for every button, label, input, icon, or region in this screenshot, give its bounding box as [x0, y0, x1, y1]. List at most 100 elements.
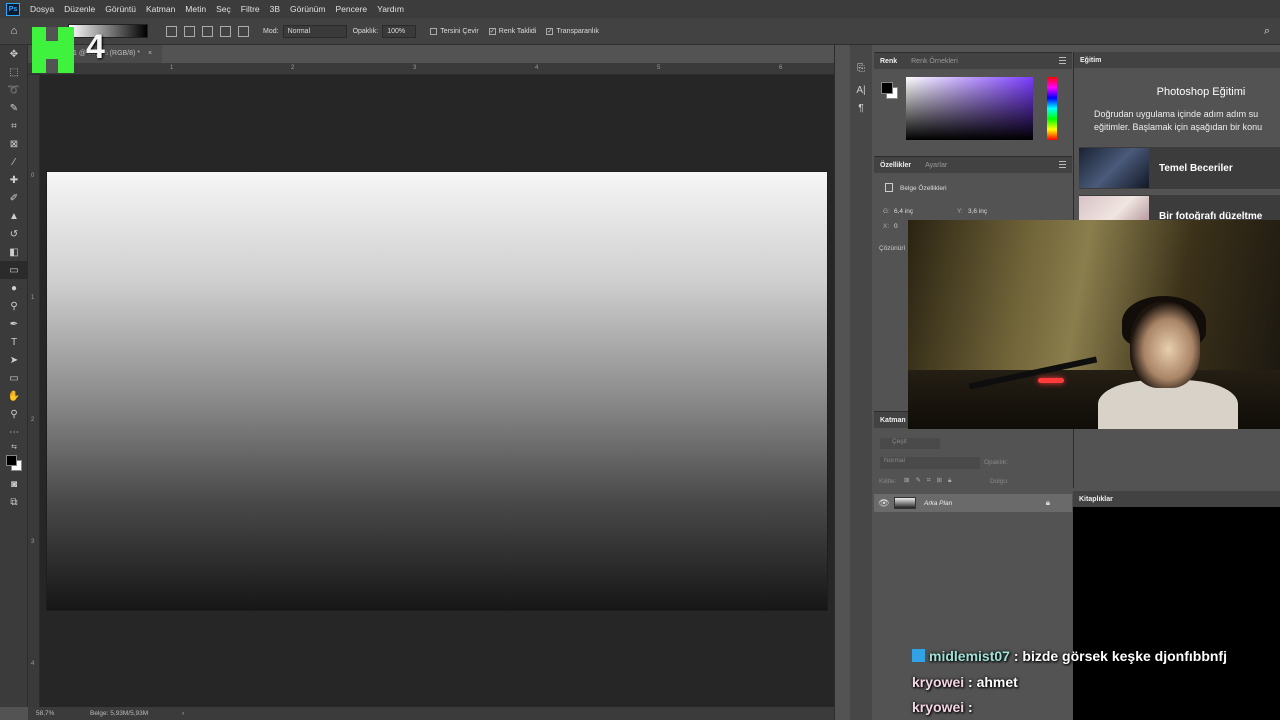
checkmark-icon: ✓ [546, 27, 554, 35]
move-tool-icon[interactable]: ✥ [0, 45, 28, 63]
foreground-color-swatch[interactable] [881, 82, 893, 94]
zoom-tool-icon[interactable]: ⚲ [0, 405, 28, 423]
hand-tool-icon[interactable]: ✋ [0, 387, 28, 405]
hue-slider[interactable] [1047, 77, 1057, 140]
tab-swatches[interactable]: Renk Örnekleri [911, 58, 958, 65]
gradient-tool-icon[interactable]: ▭ [0, 261, 28, 279]
blend-mode-select[interactable]: Normal [880, 457, 980, 469]
eye-icon[interactable]: 👁︎ [874, 498, 894, 509]
character-panel-icon[interactable]: A| [850, 81, 872, 99]
ruler-tick: 1 [31, 295, 35, 301]
zoom-level[interactable]: 58,7% [36, 710, 90, 717]
photoshop-logo-icon: Ps [6, 2, 20, 16]
angle-gradient-icon[interactable] [202, 25, 213, 37]
quick-mask-icon[interactable]: ◙ [0, 475, 28, 493]
chat-text: bizde görsek keşke djonfıbbnfj [1022, 648, 1227, 664]
panel-menu-icon[interactable] [1059, 57, 1066, 64]
libraries-panel: Kitaplıklar [1073, 491, 1280, 720]
linear-gradient-icon[interactable] [166, 25, 177, 37]
transparency-checkbox[interactable]: ✓ Transparanlık [546, 27, 599, 35]
pen-tool-icon[interactable]: ✒ [0, 315, 28, 333]
gradient-preset-picker[interactable] [68, 24, 148, 38]
eraser-tool-icon[interactable]: ◧ [0, 243, 28, 261]
layer-name[interactable]: Arka Plan [924, 500, 952, 507]
reflected-gradient-icon[interactable] [220, 25, 231, 37]
paragraph-panel-icon[interactable]: ¶ [850, 99, 872, 117]
opacity-input[interactable]: 100% [382, 24, 417, 38]
menu-type[interactable]: Metin [185, 4, 206, 14]
checkmark-icon: ✓ [488, 27, 496, 35]
menu-edit[interactable]: Düzenle [64, 4, 95, 14]
chat-badge-icon [912, 649, 925, 662]
tab-adjustments[interactable]: Ayarlar [925, 162, 947, 169]
lock-icon[interactable]: 🔒︎ [1046, 498, 1050, 508]
card-label: Temel Beceriler [1159, 162, 1233, 174]
foreground-color-swatch[interactable] [6, 455, 17, 466]
options-bar: ⌂ Mod: Normal Opaklık: 100% Tersini Çevi… [0, 18, 1280, 45]
lasso-tool-icon[interactable]: ➰ [0, 81, 28, 99]
height-value[interactable]: 3,6 inç [968, 208, 987, 215]
mode-select[interactable]: Normal [282, 24, 347, 38]
rectangle-tool-icon[interactable]: ▭ [0, 369, 28, 387]
menu-layer[interactable]: Katman [146, 4, 175, 14]
frame-tool-icon[interactable]: ⊠ [0, 135, 28, 153]
more-tools-icon[interactable]: ⋯ [0, 423, 28, 441]
menu-window[interactable]: Pencere [335, 4, 367, 14]
ruler-tick: 4 [31, 661, 35, 667]
menu-file[interactable]: Dosya [30, 4, 54, 14]
x-value[interactable]: 0 [894, 223, 898, 230]
diamond-gradient-icon[interactable] [238, 25, 249, 37]
menu-view[interactable]: Görünüm [290, 4, 325, 14]
history-brush-tool-icon[interactable]: ↺ [0, 225, 28, 243]
layer-filter-input[interactable]: Çeşit [880, 438, 940, 449]
dither-checkbox[interactable]: ✓ Renk Taklidi [488, 27, 536, 35]
path-select-tool-icon[interactable]: ➤ [0, 351, 28, 369]
menu-select[interactable]: Seç [216, 4, 231, 14]
color-picker-field[interactable] [906, 77, 1033, 140]
menu-image[interactable]: Görüntü [105, 4, 136, 14]
close-icon[interactable]: × [148, 50, 152, 57]
color-swatches[interactable] [0, 453, 28, 475]
blur-tool-icon[interactable]: ● [0, 279, 28, 297]
crop-tool-icon[interactable]: ⌗ [0, 117, 28, 135]
clone-stamp-tool-icon[interactable]: ▲ [0, 207, 28, 225]
menu-3d[interactable]: 3B [270, 4, 280, 14]
document-size: Belge: 5,93M/5,93M [90, 710, 149, 717]
brush-tool-icon[interactable]: ✐ [0, 189, 28, 207]
learn-card-basic-skills[interactable]: Temel Beceriler [1079, 147, 1280, 189]
search-icon[interactable]: ⌕ [1264, 25, 1270, 38]
layer-row[interactable]: 👁︎ Arka Plan 🔒︎ [874, 494, 1072, 512]
ruler-tick: 4 [535, 65, 539, 71]
tab-learn[interactable]: Eğitim [1080, 57, 1101, 64]
panel-icon-strip: ⎘ A| ¶ [834, 45, 874, 720]
tab-layers[interactable]: Katman [880, 417, 906, 424]
screen-mode-icon[interactable]: ⧉ [0, 493, 28, 511]
eyedropper-tool-icon[interactable]: ⁄ [0, 153, 28, 171]
reverse-checkbox[interactable]: Tersini Çevir [430, 27, 479, 35]
transparency-label: Transparanlık [556, 27, 599, 35]
marquee-tool-icon[interactable]: ⬚ [0, 63, 28, 81]
tab-libraries[interactable]: Kitaplıklar [1079, 496, 1113, 503]
document-canvas[interactable] [47, 172, 827, 610]
reverse-label: Tersini Çevir [440, 27, 479, 35]
swap-colors-icon[interactable]: ⇆ [0, 441, 28, 453]
lock-icons[interactable]: ⊠✎⌗⊞🔒︎ [904, 476, 957, 485]
radial-gradient-icon[interactable] [184, 25, 195, 37]
history-panel-icon[interactable]: ⎘ [850, 59, 872, 77]
status-menu-arrow[interactable]: › [182, 710, 184, 717]
libraries-panel-header: Kitaplıklar [1073, 491, 1280, 507]
home-icon[interactable]: ⌂ [0, 25, 28, 37]
dodge-tool-icon[interactable]: ⚲ [0, 297, 28, 315]
menu-help[interactable]: Yardım [377, 4, 404, 14]
quick-select-tool-icon[interactable]: ✎ [0, 99, 28, 117]
menu-filter[interactable]: Filtre [241, 4, 260, 14]
tab-properties[interactable]: Özellikler [880, 162, 911, 169]
tab-color[interactable]: Renk [880, 58, 897, 65]
healing-brush-tool-icon[interactable]: ✚ [0, 171, 28, 189]
panel-menu-icon[interactable] [1059, 161, 1066, 168]
type-tool-icon[interactable]: T [0, 333, 28, 351]
webcam-led [1038, 378, 1064, 383]
learn-description: Doğrudan uygulama içinde adım adım su eğ… [1094, 108, 1280, 134]
ruler-tick: 6 [779, 65, 783, 71]
width-value[interactable]: 6,4 inç [894, 208, 913, 215]
